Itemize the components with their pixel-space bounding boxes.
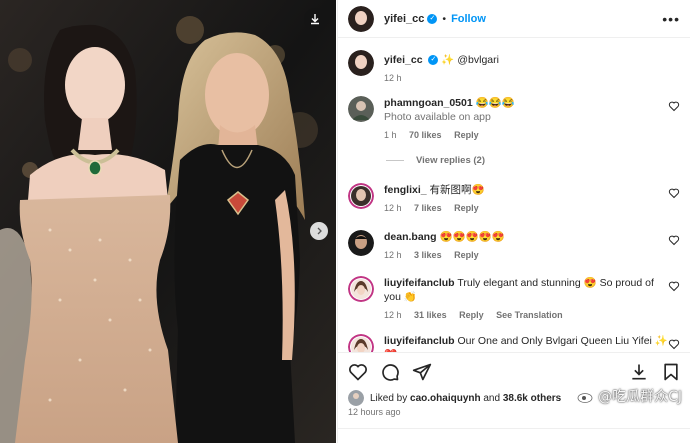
comment-item: liuyifeifanclub Truly elegant and stunni… <box>348 276 688 322</box>
add-comment-bar <box>338 428 690 443</box>
view-replies-label: View replies (2) <box>416 155 485 166</box>
see-translation-button[interactable]: See Translation <box>496 310 563 320</box>
avatar[interactable] <box>348 183 374 209</box>
comment-username[interactable]: dean.bang <box>384 231 437 243</box>
download-button[interactable] <box>304 8 326 30</box>
comment-time: 12 h <box>384 310 402 320</box>
caption: yifei_cc ✓ ✨ @bvlgari 12 h <box>348 50 688 85</box>
heart-icon[interactable] <box>668 280 680 292</box>
comment-likes[interactable]: 3 likes <box>414 250 442 260</box>
more-options-button[interactable]: ••• <box>662 11 680 27</box>
heart-icon[interactable] <box>348 362 368 382</box>
heart-icon[interactable] <box>668 338 680 350</box>
comment-item: dean.bang 😍😍😍😍😍 12 h 3 likes Reply <box>348 230 688 262</box>
share-icon[interactable] <box>412 362 432 382</box>
comment-text: 有新图啊😍 <box>429 184 485 196</box>
comment-likes[interactable]: 70 likes <box>409 130 442 140</box>
bookmark-icon[interactable] <box>661 362 681 382</box>
caption-mention[interactable]: @bvlgari <box>457 54 499 66</box>
follow-button[interactable]: Follow <box>451 13 486 25</box>
post-panel: yifei_cc ✓ • Follow ••• yifei_cc ✓ ✨ @bv… <box>337 0 690 443</box>
comment-item: phamngoan_0501 😂😂😂 Photo available on ap… <box>348 96 688 142</box>
download-icon <box>311 14 319 25</box>
comment-username[interactable]: liuyifeifanclub <box>384 335 455 347</box>
reply-button[interactable]: Reply <box>454 130 479 140</box>
comment-item: fenglixi_ 有新图啊😍 12 h 7 likes Reply <box>348 183 688 215</box>
photo-scene <box>0 0 336 443</box>
comment-username[interactable]: liuyifeifanclub <box>384 277 455 289</box>
verified-icon: ✓ <box>428 55 439 66</box>
avatar[interactable] <box>348 390 364 406</box>
post-header: yifei_cc ✓ • Follow ••• <box>338 0 690 38</box>
avatar[interactable] <box>348 230 374 256</box>
caption-sparkle: ✨ <box>441 54 455 66</box>
avatar[interactable] <box>348 96 374 122</box>
comment-likes[interactable]: 7 likes <box>414 203 442 213</box>
comment-icon[interactable] <box>380 362 400 382</box>
liked-by-others[interactable]: 38.6k others <box>503 393 561 404</box>
reply-button[interactable]: Reply <box>454 250 479 260</box>
verified-icon: ✓ <box>427 13 438 24</box>
liked-by-prefix: Liked by <box>370 392 408 404</box>
avatar[interactable] <box>348 276 374 302</box>
heart-icon[interactable] <box>668 187 680 199</box>
comment-media-note: Photo available on app <box>384 111 491 123</box>
caption-username[interactable]: yifei_cc <box>384 54 423 66</box>
comment-username[interactable]: fenglixi_ <box>384 184 427 196</box>
comment-username[interactable]: phamngoan_0501 <box>384 97 473 109</box>
watermark: @吃瓜群众CJ <box>577 386 682 406</box>
avatar[interactable] <box>348 5 374 32</box>
view-replies-button[interactable]: View replies (2) <box>386 155 485 166</box>
comment-time: 12 h <box>384 250 402 260</box>
weibo-icon <box>577 390 594 403</box>
likes-summary: Liked by cao.ohaiquynh and 38.6k others <box>348 390 561 406</box>
caption-time: 12 h <box>384 73 402 83</box>
chevron-right-icon <box>317 227 322 235</box>
liked-by-user[interactable]: cao.ohaiquynh <box>410 393 481 404</box>
post-timestamp: 12 hours ago <box>348 407 401 417</box>
comment-time: 1 h <box>384 130 397 140</box>
heart-icon[interactable] <box>668 100 680 112</box>
heart-icon[interactable] <box>668 234 680 246</box>
divider <box>386 160 404 161</box>
post-username[interactable]: yifei_cc <box>384 13 424 25</box>
comment-likes[interactable]: 31 likes <box>414 310 447 320</box>
comment-item: liuyifeifanclub Our One and Only Bvlgari… <box>348 334 688 352</box>
download-icon[interactable] <box>629 362 649 382</box>
action-bar <box>338 352 690 390</box>
comments-list: yifei_cc ✓ ✨ @bvlgari 12 h phamngoan_050… <box>338 40 690 352</box>
post-photo <box>0 0 336 443</box>
avatar[interactable] <box>348 334 374 352</box>
next-photo-button[interactable] <box>310 222 328 240</box>
separator-dot: • <box>442 12 447 25</box>
avatar[interactable] <box>348 50 374 76</box>
reply-button[interactable]: Reply <box>459 310 484 320</box>
comment-time: 12 h <box>384 203 402 213</box>
comment-text: 😍😍😍😍😍 <box>439 231 505 243</box>
liked-by-and: and <box>483 392 501 404</box>
comment-text: 😂😂😂 <box>475 97 515 109</box>
watermark-text: @吃瓜群众CJ <box>598 389 682 405</box>
reply-button[interactable]: Reply <box>454 203 479 213</box>
